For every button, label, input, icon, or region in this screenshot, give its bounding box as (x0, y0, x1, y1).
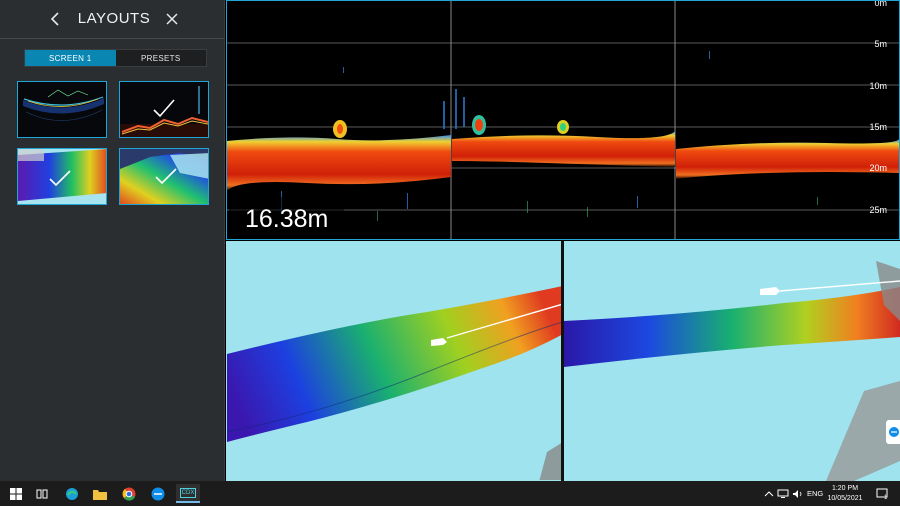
thumbnail-3d-sonar-image (18, 82, 106, 137)
chrome-icon (122, 487, 136, 501)
edge-button[interactable] (62, 484, 82, 503)
task-view-button[interactable] (32, 484, 52, 503)
teamviewer-app-icon (151, 487, 165, 500)
edge-icon (66, 487, 78, 500)
cdx-app-label: CDX (179, 487, 197, 498)
show-hidden-icons[interactable] (764, 481, 774, 506)
volume-control[interactable] (792, 481, 804, 506)
close-button[interactable] (162, 9, 182, 29)
system-clock[interactable]: 1:20 PM 10/05/2021 (818, 484, 872, 504)
depth-readout: 16.38m (229, 197, 344, 239)
close-icon (166, 13, 178, 25)
depth-label: 25m (869, 205, 887, 215)
notification-center[interactable]: 1 (876, 481, 888, 506)
layout-tabs: SCREEN 1 PRESETS (24, 49, 207, 67)
chevron-up-icon (764, 490, 774, 496)
start-button[interactable] (6, 484, 26, 503)
tab-screen-1[interactable]: SCREEN 1 (25, 50, 116, 66)
layout-thumbnail-sonar-chart[interactable] (119, 81, 209, 138)
layout-thumbnail-3d-bathymetry[interactable] (17, 148, 107, 205)
depth-label: 15m (869, 122, 887, 132)
layout-thumbnail-3d-terrain[interactable] (119, 148, 209, 205)
app-window: LAYOUTS SCREEN 1 PRESETS 0m 5m 10m 15m 2… (0, 0, 900, 506)
3d-bathymetry-view-right[interactable] (564, 241, 900, 481)
task-view-icon (36, 489, 48, 498)
folder-icon (93, 489, 107, 500)
depth-label-0m: 0m (874, 0, 887, 8)
tab-presets[interactable]: PRESETS (116, 50, 207, 66)
depth-label: 10m (869, 81, 887, 91)
notification-count: 1 (884, 494, 888, 501)
clock-time: 1:20 PM (831, 485, 859, 492)
layout-thumbnail-3d-sonar[interactable] (17, 81, 107, 138)
taskbar: CDX ENG 1:20 PM 10/05/2021 1 (0, 481, 900, 506)
notification-icon (876, 488, 888, 497)
thumbnail-bathymetry-image (18, 149, 106, 204)
network-icon (777, 489, 789, 498)
volume-icon (793, 489, 802, 498)
thumbnail-terrain-image (120, 149, 208, 204)
layouts-panel-header: LAYOUTS (0, 0, 225, 38)
3d-bathymetry-view-left[interactable] (226, 241, 562, 481)
panel-divider (0, 38, 225, 39)
sonar-view[interactable]: 0m 5m 10m 15m 20m 25m 16.38m (226, 0, 900, 240)
side-drawer-tab[interactable] (886, 420, 900, 444)
file-explorer-button[interactable] (90, 484, 110, 503)
thumbnail-sonar-image (120, 82, 208, 137)
depth-label: 20m (869, 163, 887, 173)
teamviewer-icon (889, 427, 899, 437)
teamviewer-button[interactable] (148, 484, 168, 503)
windows-icon (10, 487, 22, 500)
bathymetry-swath-left (227, 286, 561, 480)
panel-title: LAYOUTS (77, 10, 151, 27)
chrome-button[interactable] (119, 484, 139, 503)
clock-date: 10/05/2021 (827, 495, 863, 502)
cdx-app-button[interactable]: CDX (176, 484, 200, 503)
vessel-icon (760, 287, 780, 295)
bathymetry-swath-right (564, 261, 900, 481)
back-button[interactable] (46, 9, 66, 29)
network-status[interactable] (777, 481, 789, 506)
chevron-left-icon (50, 12, 59, 26)
depth-label: 5m (874, 39, 887, 49)
layouts-panel: LAYOUTS SCREEN 1 PRESETS (0, 0, 225, 481)
